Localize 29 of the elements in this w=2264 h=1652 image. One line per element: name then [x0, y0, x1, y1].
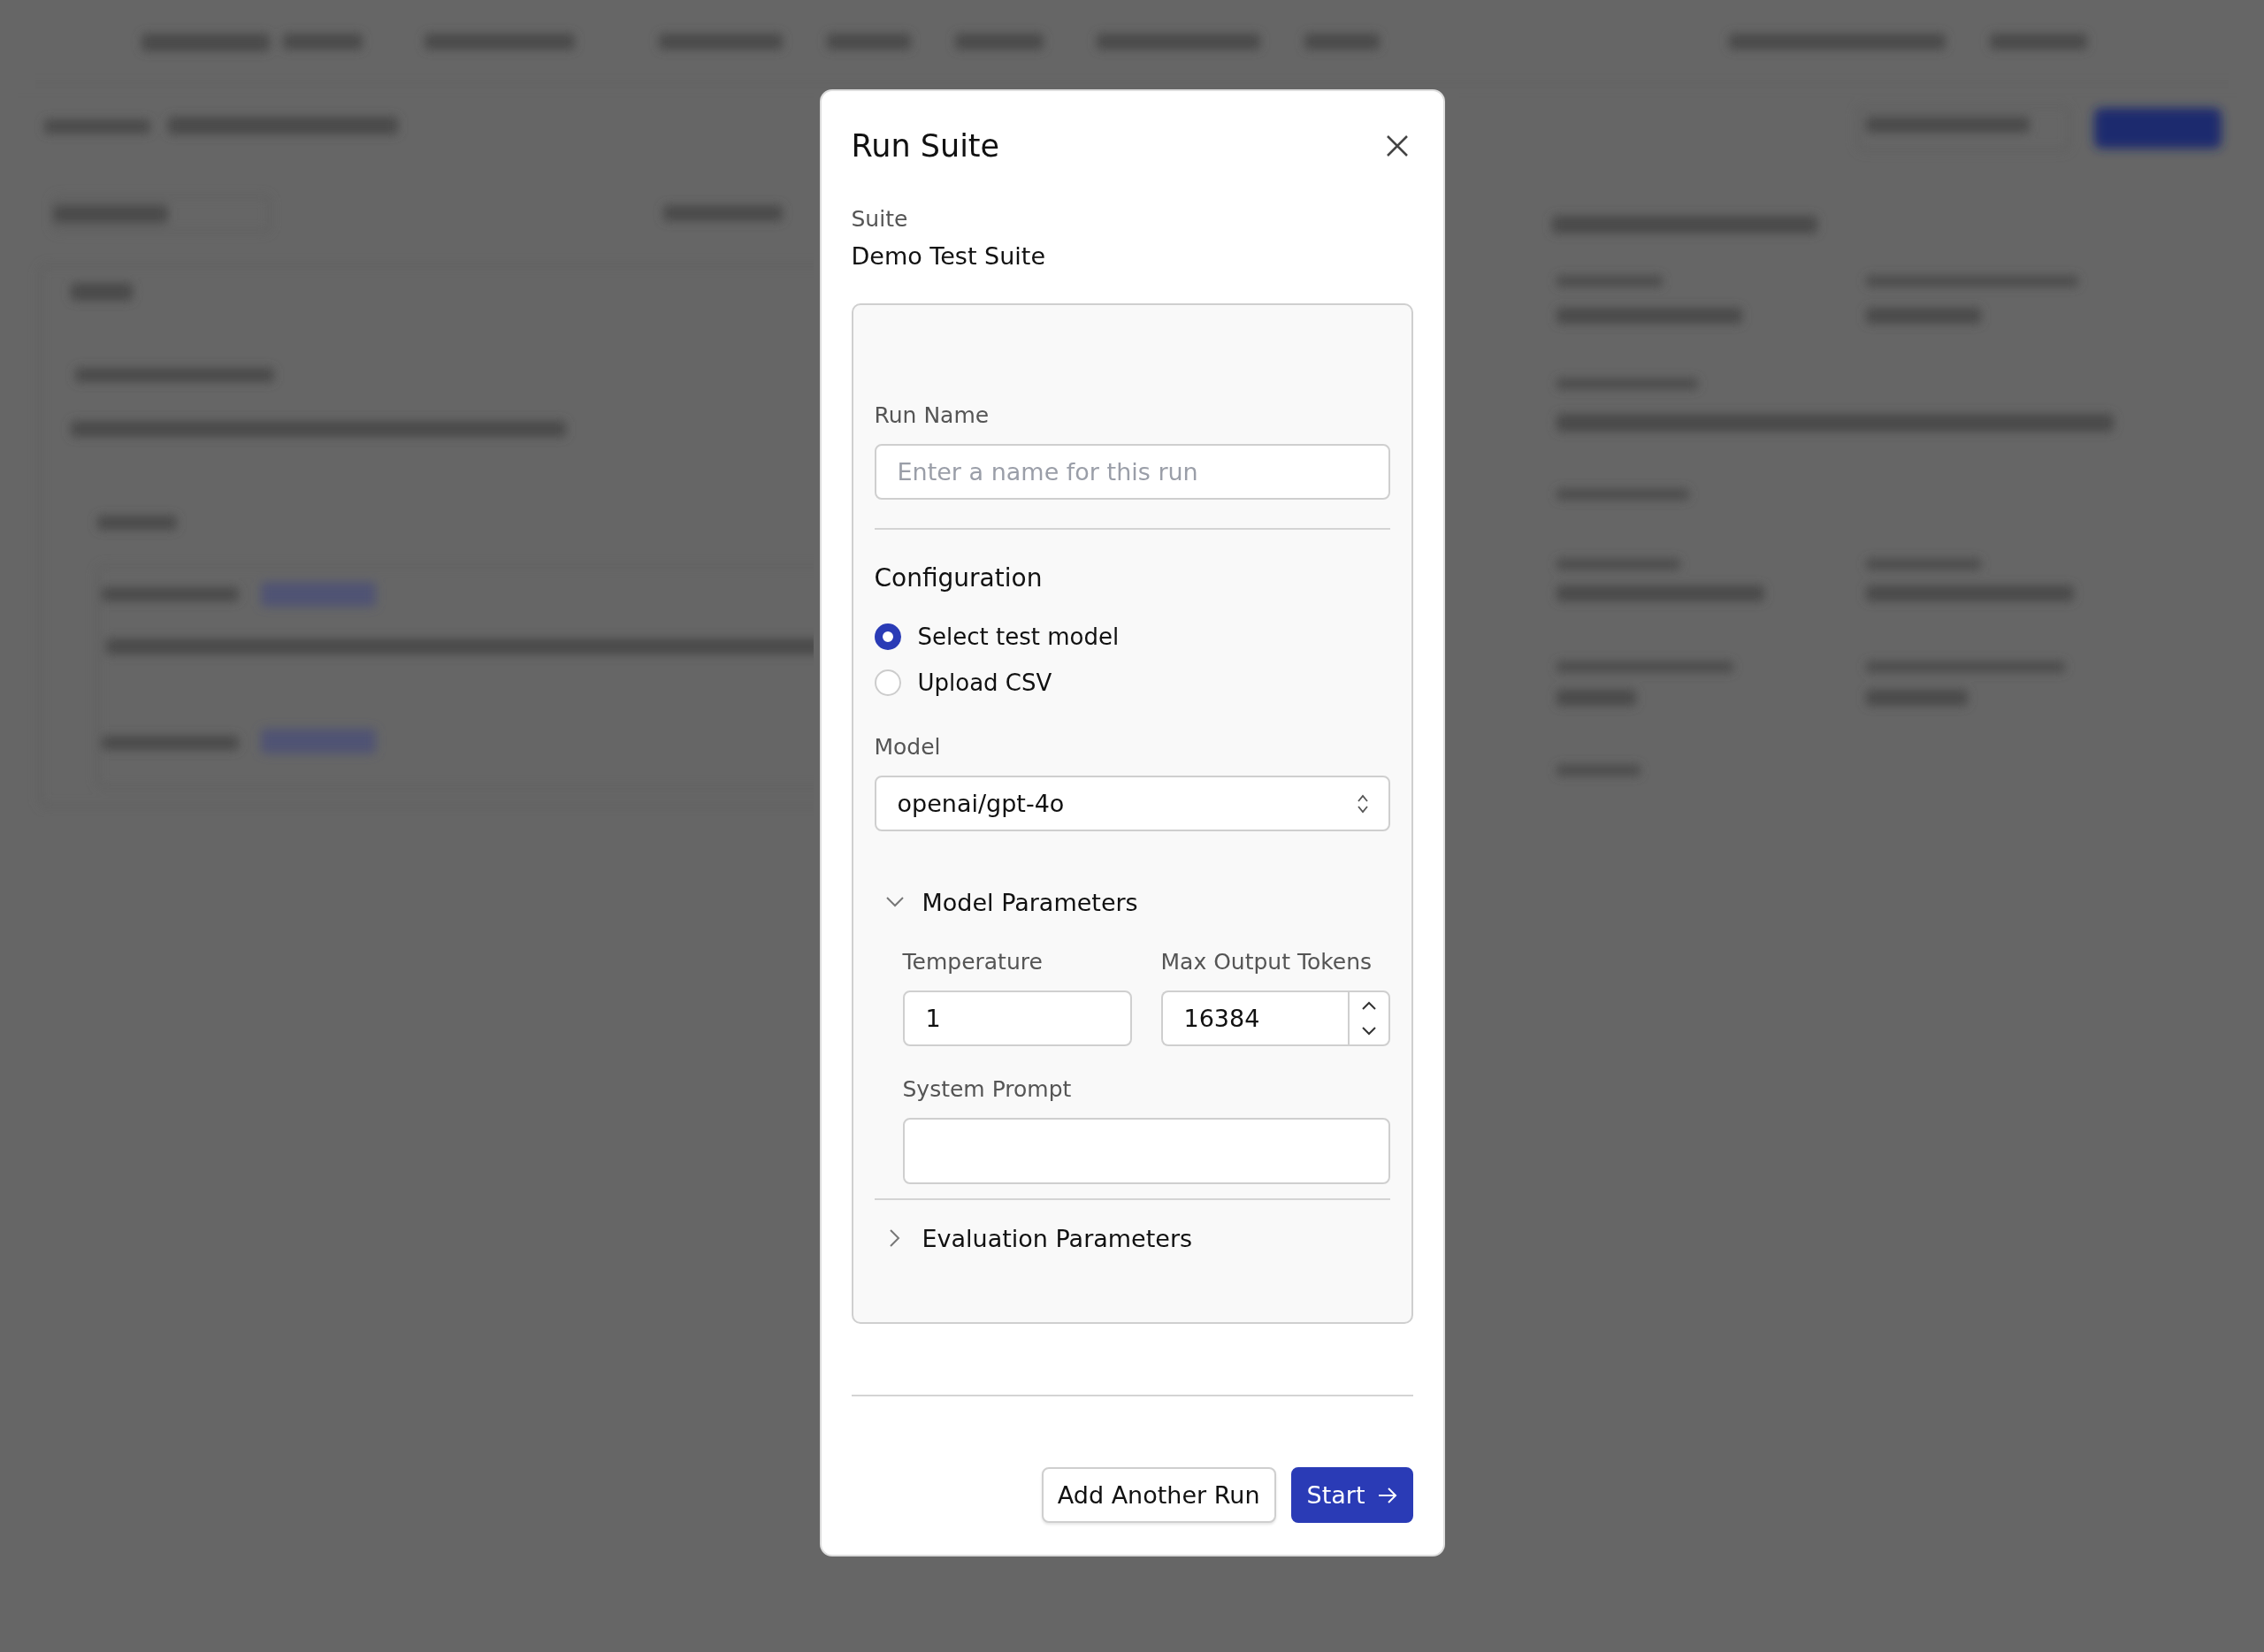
- stepper-control[interactable]: [1347, 990, 1390, 1046]
- increment-icon[interactable]: [1360, 999, 1377, 1011]
- start-button[interactable]: Start: [1290, 1467, 1413, 1523]
- max-tokens-field[interactable]: 16384: [1160, 990, 1348, 1046]
- field-label: Max Output Tokens: [1160, 949, 1373, 975]
- option-label: Select test model: [917, 623, 1120, 650]
- section-toggle[interactable]: Evaluation Parameters: [922, 1224, 1193, 1252]
- close-icon: [1384, 134, 1410, 158]
- decrement-icon[interactable]: [1360, 1026, 1377, 1037]
- system-prompt-field[interactable]: [902, 1118, 1390, 1184]
- field-label: Run Name: [874, 402, 990, 428]
- section-toggle[interactable]: Model Parameters: [922, 888, 1138, 916]
- model-select[interactable]: openai/gpt-4o: [874, 776, 1390, 831]
- field-label: Temperature: [902, 949, 1044, 975]
- chevron-down-icon[interactable]: [884, 896, 905, 908]
- arrow-right-icon: [1377, 1487, 1397, 1503]
- suite-label: Suite: [851, 206, 909, 232]
- option-label: Upload CSV: [917, 669, 1052, 696]
- select-arrows-icon: [1356, 792, 1369, 815]
- field-label: Model: [874, 734, 942, 760]
- add-run-button[interactable]: Add Another Run: [1041, 1467, 1276, 1523]
- chevron-right-icon[interactable]: [888, 1228, 901, 1248]
- suite-name: Demo Test Suite: [851, 242, 1046, 270]
- dialog-title: Run Suite: [851, 128, 1000, 164]
- temperature-field[interactable]: 1: [902, 990, 1132, 1046]
- field-label: System Prompt: [902, 1076, 1073, 1102]
- section-heading: Configuration: [874, 563, 1044, 593]
- radio-button[interactable]: [874, 623, 901, 650]
- run-name-field[interactable]: Enter a name for this run: [874, 444, 1390, 500]
